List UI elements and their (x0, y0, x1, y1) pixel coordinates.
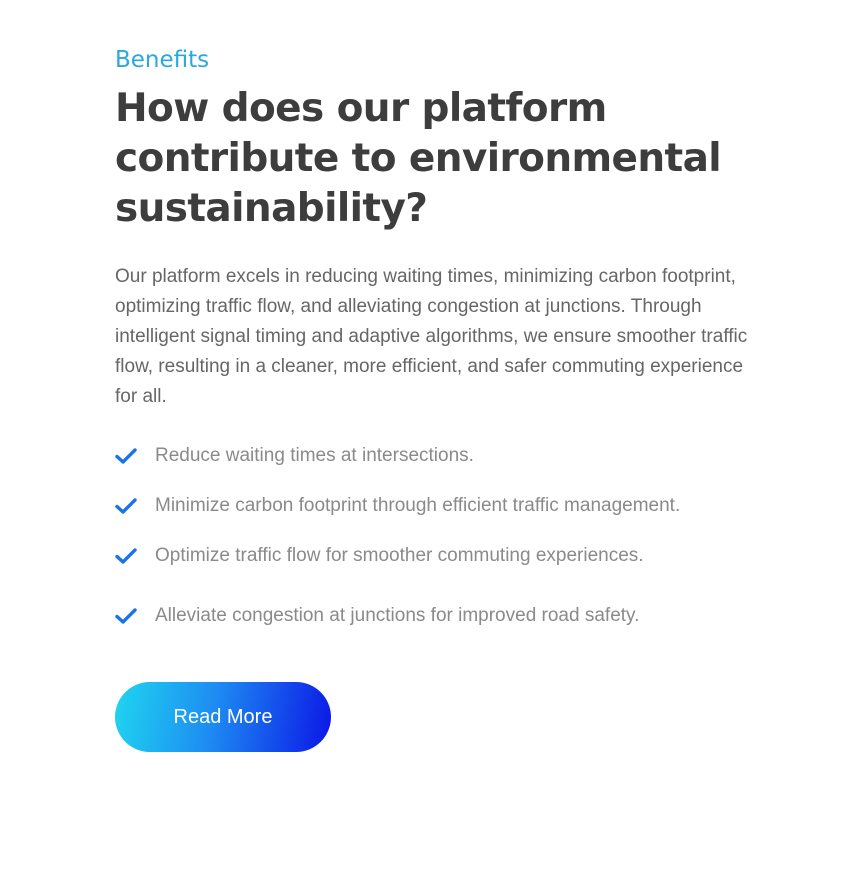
benefit-text: Minimize carbon footprint through effici… (155, 495, 681, 516)
section-description: Our platform excels in reducing waiting … (115, 266, 748, 407)
list-item: Reduce waiting times at intersections. (115, 436, 765, 476)
benefit-text: Optimize traffic flow for smoother commu… (155, 545, 644, 566)
benefit-text: Reduce waiting times at intersections. (155, 445, 474, 466)
check-icon (115, 608, 137, 624)
list-item: Alleviate congestion at junctions for im… (115, 596, 765, 636)
check-icon (115, 548, 137, 564)
list-item: Minimize carbon footprint through effici… (115, 486, 765, 526)
section-eyebrow: Benefits (115, 47, 210, 73)
benefit-text: Alleviate congestion at junctions for im… (155, 605, 640, 626)
read-more-button[interactable]: Read More (115, 682, 331, 752)
check-icon (115, 498, 137, 514)
check-icon (115, 448, 137, 464)
section-title: How does our platform contribute to envi… (115, 86, 722, 231)
list-item: Optimize traffic flow for smoother commu… (115, 536, 765, 576)
